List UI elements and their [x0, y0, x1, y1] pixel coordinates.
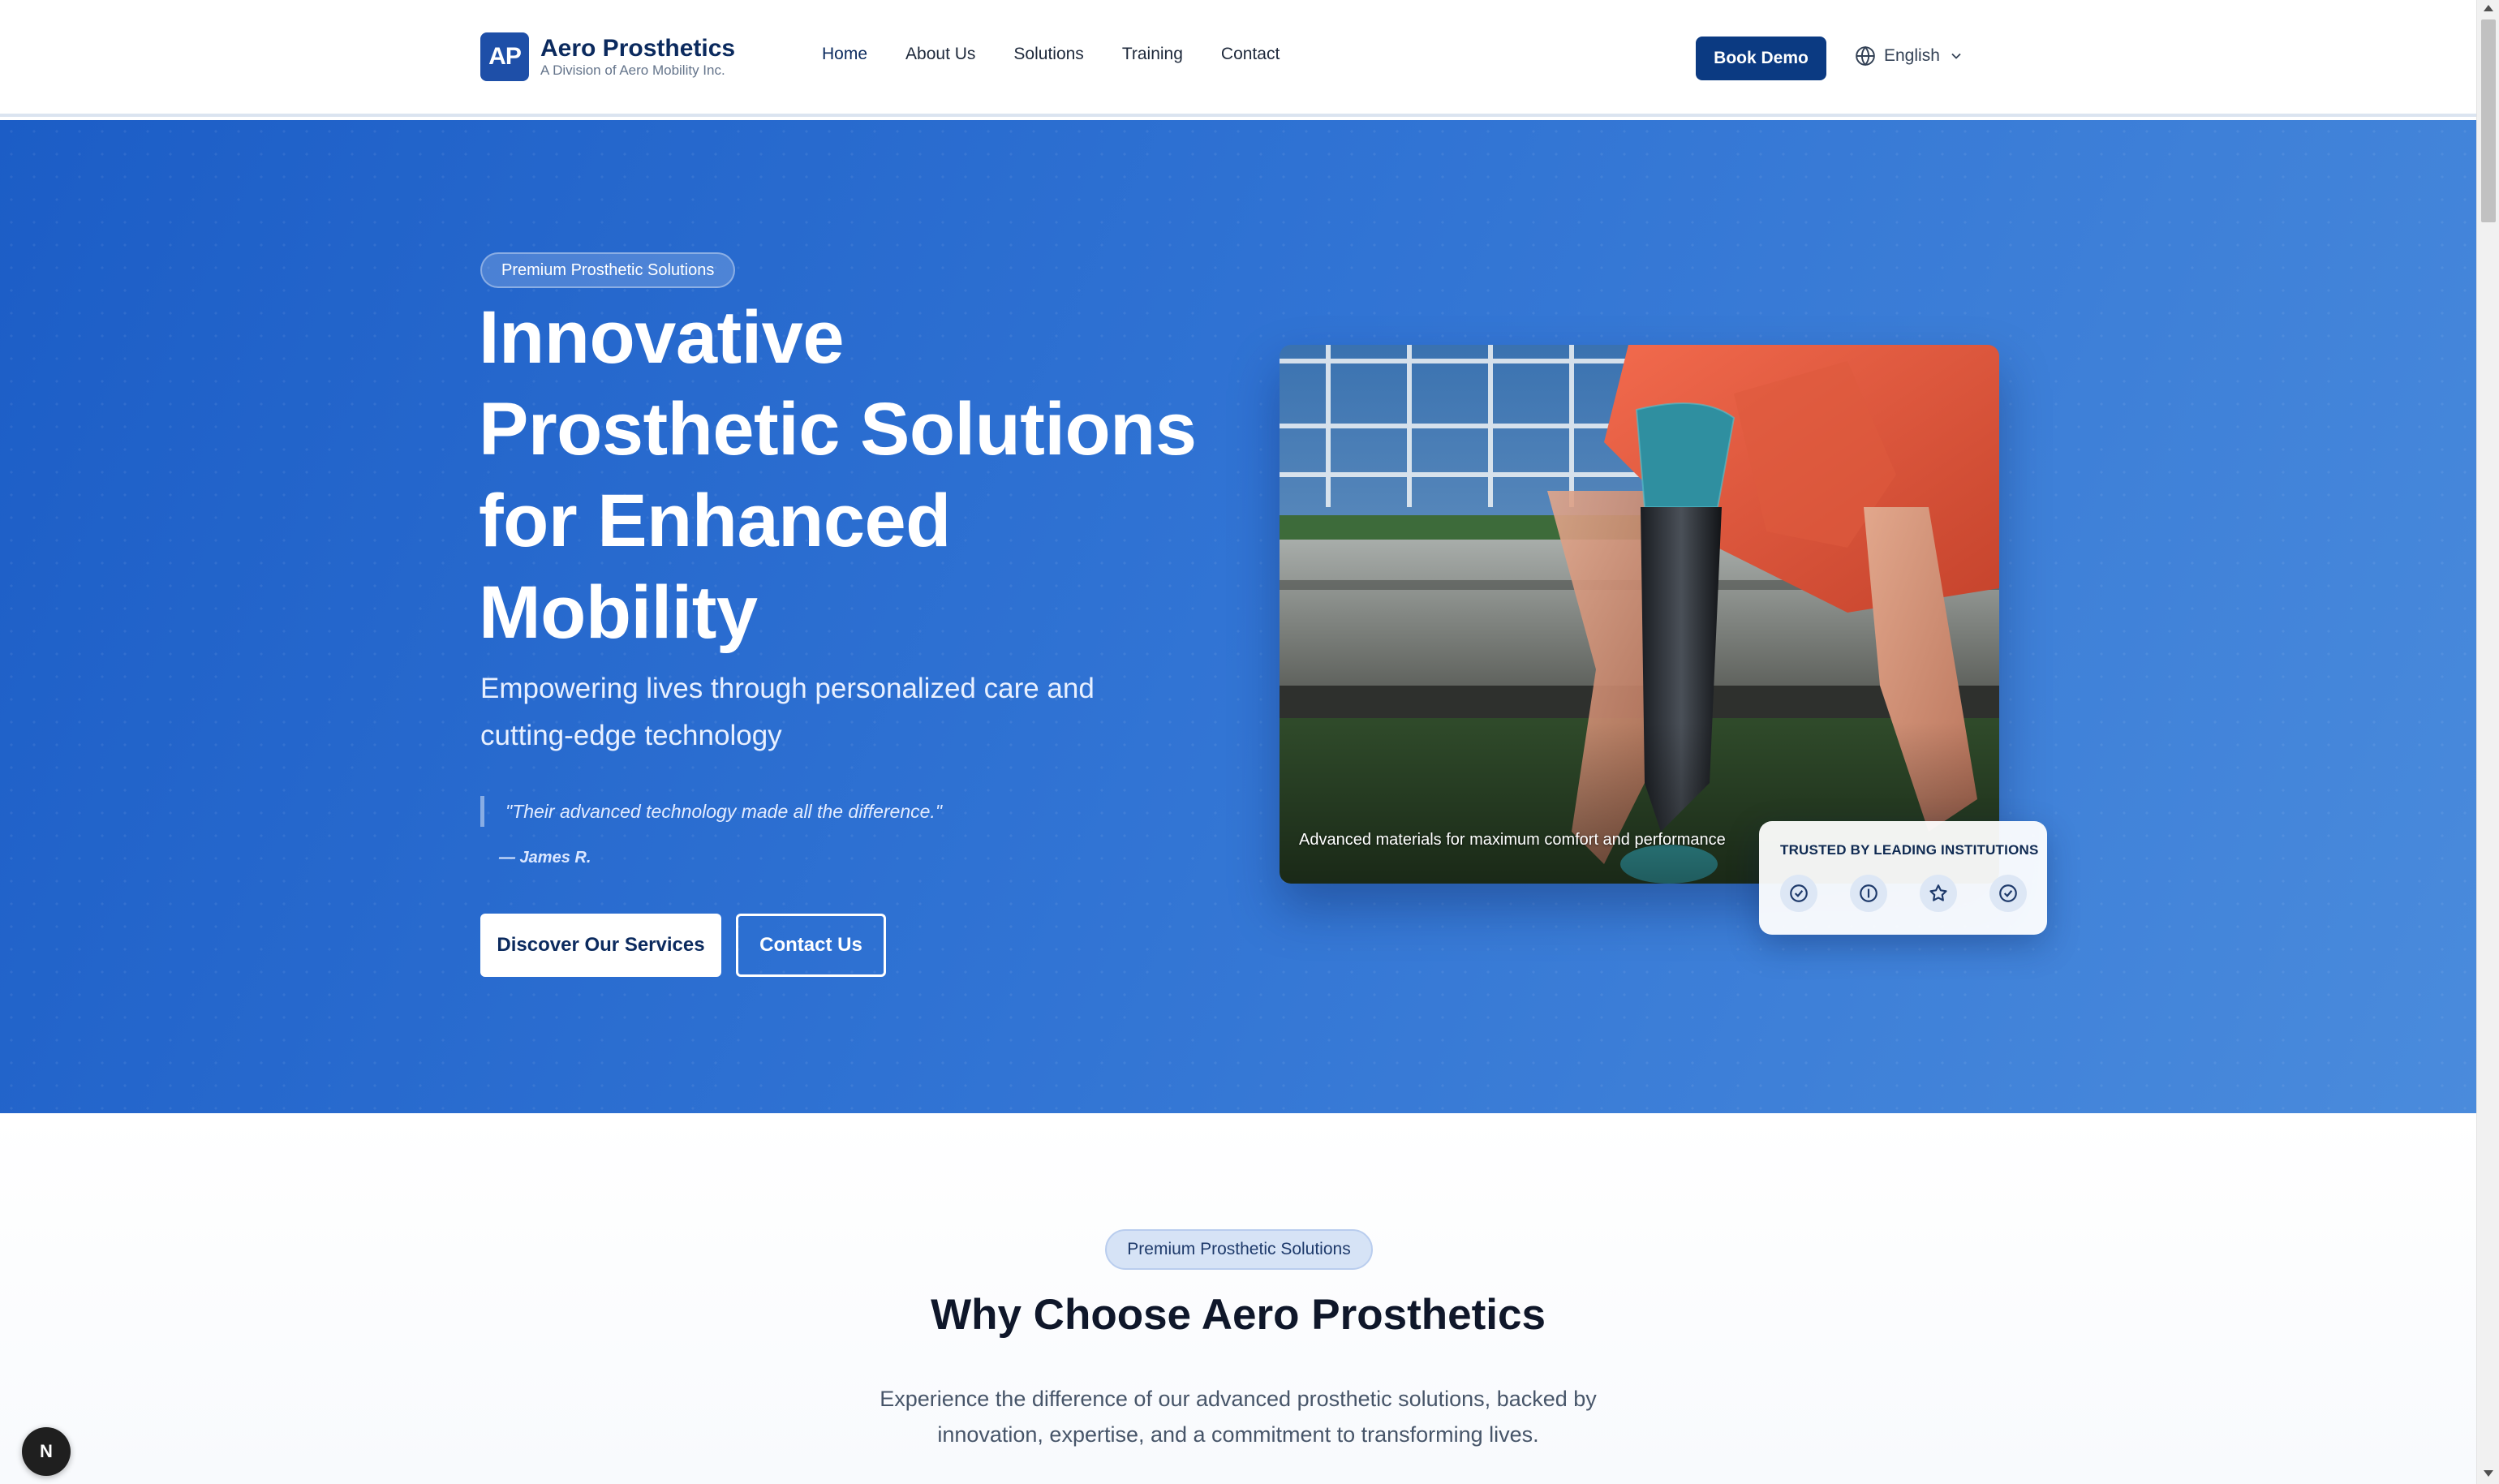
book-demo-button[interactable]: Book Demo	[1696, 37, 1826, 80]
nav-solutions[interactable]: Solutions	[1013, 42, 1083, 67]
logo-text: Aero Prosthetics A Division of Aero Mobi…	[540, 35, 735, 79]
section-description: Experience the difference of our advance…	[880, 1387, 1597, 1447]
nav-home[interactable]: Home	[822, 42, 867, 67]
scrollbar[interactable]	[2476, 0, 2499, 1484]
scroll-down-arrow[interactable]	[2484, 1470, 2493, 1477]
site-header: AP Aero Prosthetics A Division of Aero M…	[0, 0, 2476, 117]
trust-icons	[1780, 875, 2027, 912]
nav-training[interactable]: Training	[1122, 42, 1183, 67]
check-circle-icon	[1989, 875, 2027, 912]
scroll-up-arrow[interactable]	[2484, 5, 2493, 11]
image-caption: Advanced materials for maximum comfort a…	[1299, 831, 1726, 849]
nav-contact[interactable]: Contact	[1221, 42, 1280, 67]
quote-text: "Their advanced technology made all the …	[505, 801, 942, 822]
trust-title: TRUSTED BY LEADING INSTITUTIONS	[1780, 842, 2039, 858]
hero-dot-pattern	[0, 120, 2476, 1113]
hero-image: Advanced materials for maximum comfort a…	[1280, 345, 1999, 884]
hero-subtitle: Empowering lives through personalized ca…	[480, 673, 1095, 751]
globe-icon	[1855, 45, 1876, 67]
nav-about-us[interactable]: About Us	[905, 42, 975, 67]
check-circle-icon	[1780, 875, 1817, 912]
discover-services-button[interactable]: Discover Our Services	[480, 914, 721, 977]
main-nav: Home About Us Solutions Training Contact	[822, 42, 1280, 67]
hero-title: Innovative Prosthetic Solutions for Enha…	[479, 296, 1197, 654]
why-choose-section: Premium Prosthetic Solutions Why Choose …	[0, 1113, 2476, 1484]
section-badge: Premium Prosthetic Solutions	[1105, 1229, 1373, 1270]
scroll-thumb[interactable]	[2481, 19, 2496, 222]
hero-section: Premium Prosthetic Solutions Innovative …	[0, 120, 2476, 1113]
hero-badge: Premium Prosthetic Solutions	[480, 252, 736, 288]
info-circle-icon	[1850, 875, 1887, 912]
star-icon	[1920, 875, 1957, 912]
quote-author: — James R.	[499, 849, 591, 867]
contact-us-button[interactable]: Contact Us	[736, 914, 886, 977]
brand-name: Aero Prosthetics	[540, 35, 736, 62]
dev-tools-badge[interactable]: N	[22, 1427, 71, 1476]
logo[interactable]: AP Aero Prosthetics A Division of Aero M…	[480, 32, 735, 81]
section-title: Why Choose Aero Prosthetics	[931, 1291, 1546, 1339]
trust-card: TRUSTED BY LEADING INSTITUTIONS	[1759, 821, 2047, 935]
language-label: English	[1884, 46, 1940, 65]
language-selector[interactable]: English	[1855, 45, 1964, 67]
testimonial-quote: "Their advanced technology made all the …	[480, 796, 942, 827]
logo-mark: AP	[480, 32, 529, 81]
chevron-down-icon	[1948, 48, 1964, 64]
brand-tagline: A Division of Aero Mobility Inc.	[540, 62, 725, 78]
